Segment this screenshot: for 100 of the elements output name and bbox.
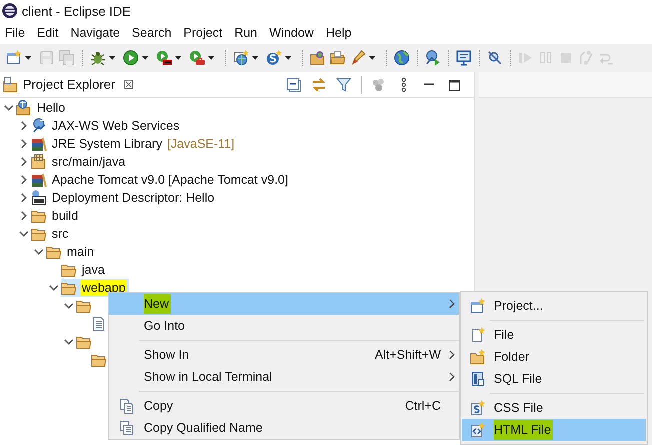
skip-breakpoints-icon[interactable] [487,50,503,66]
folder-icon [46,244,62,260]
menu-item[interactable]: SQL File [462,368,646,390]
menu-item[interactable]: Search [127,26,179,40]
external-tools-icon[interactable] [189,50,205,66]
menu-label: Copy Qualified Name [144,420,264,437]
deploy-icon[interactable] [425,50,441,66]
run-coverage-icon[interactable] [156,50,172,66]
tree-item[interactable]: JRE System Library [JavaSE-11] [31,135,237,153]
tree-label: java [81,262,106,278]
caret-icon[interactable] [142,56,149,60]
tree-item[interactable]: java [61,261,108,279]
caret-icon[interactable] [208,56,215,60]
close-icon[interactable]: ☒ [123,78,134,92]
caret-icon[interactable] [285,56,292,60]
copy-icon [118,398,134,414]
chevron-down-icon[interactable] [64,301,74,311]
app-logo-icon [2,3,18,19]
tree-item[interactable]: src/main/java [31,153,129,171]
menu-label: File [494,327,516,344]
open-project-icon[interactable] [310,50,326,66]
collapse-all-icon[interactable] [286,76,302,92]
menu-item[interactable]: Run [230,26,264,40]
tree-label: Deployment Descriptor: Hello [51,190,216,206]
window-title: client - Eclipse IDE [22,4,132,18]
tree-item[interactable]: main [46,243,98,261]
caret-icon[interactable] [25,56,32,60]
copy-name-icon [118,420,134,436]
caret-icon[interactable] [109,56,116,60]
folder-icon [61,280,77,296]
chevron-right-icon[interactable] [19,211,29,221]
filter-icon[interactable] [336,76,352,92]
chevron-right-icon[interactable] [19,175,29,185]
deployment-descriptor-icon [31,190,47,206]
tree-item[interactable]: build [31,207,82,225]
menu-item[interactable]: Project... [462,295,646,317]
tree-item[interactable]: Hello [16,99,68,117]
css-file-icon [470,400,486,416]
menu-item[interactable]: File [462,324,646,346]
chevron-down-icon[interactable] [19,229,29,239]
run-icon[interactable] [123,50,139,66]
caret-icon[interactable] [369,56,376,60]
tree-item[interactable]: JAX-WS Web Services [31,117,183,135]
menu-item[interactable]: Show in Local Terminal [109,366,459,388]
web-service-icon[interactable] [266,50,282,66]
bug-icon[interactable] [90,50,106,66]
menu-item[interactable]: File [0,26,32,40]
menu-item[interactable]: HTML File [462,419,646,441]
tree-label: JAX-WS Web Services [51,118,181,134]
folder-icon [61,262,77,278]
tree-label: main [66,244,96,260]
menu-label: Go Into [144,318,186,335]
chevron-down-icon[interactable] [34,247,44,257]
folder-icon[interactable] [330,50,346,66]
shortcut-label: Ctrl+C [405,399,441,413]
menu-item[interactable]: Help [320,26,359,40]
tree-item[interactable]: src [31,225,72,243]
menu-item[interactable]: Copy Ctrl+C [109,395,459,417]
menu-item[interactable]: Show In Alt+Shift+W [109,344,459,366]
menu-label: Show In [144,347,190,364]
menu-item[interactable]: CSS File [462,397,646,419]
link-icon[interactable] [311,76,327,92]
menu-label: Show in Local Terminal [144,369,274,386]
menu-item[interactable]: Navigate [66,26,128,40]
folder-icon [76,334,92,350]
file-icon [91,316,107,332]
new-server-icon[interactable] [233,50,249,66]
chevron-right-icon[interactable] [19,157,29,167]
menu-item[interactable]: New [109,293,459,315]
tree-item[interactable]: Deployment Descriptor: Hello [31,189,218,207]
chevron-down-icon[interactable] [49,283,59,293]
menu-item[interactable]: Go Into [109,315,459,337]
chevron-down-icon[interactable] [64,337,74,347]
new-window-icon[interactable] [6,50,22,66]
folder-icon [76,298,92,314]
menu-item[interactable]: Folder [462,346,646,368]
tree-label: Apache Tomcat v9.0 [Apache Tomcat v9.0] [51,172,290,188]
shortcut-label: Alt+Shift+W [375,348,441,362]
view-tab[interactable]: Project Explorer ☒ [0,72,140,97]
view-title: Project Explorer [23,77,116,92]
chevron-right-icon[interactable] [19,193,29,203]
menu-item[interactable]: Edit [32,26,66,40]
menu-item[interactable]: Window [264,26,321,40]
dots-icon[interactable] [371,76,387,92]
tree-label: src [51,226,70,242]
globe-icon[interactable] [394,50,410,66]
menu-item[interactable]: Project [178,26,230,40]
menu-label: HTML File [494,420,554,440]
new-project-icon [470,298,486,314]
menu-item[interactable]: Copy Qualified Name [109,417,459,439]
caret-icon[interactable] [252,56,259,60]
chevron-right-icon[interactable] [19,139,29,149]
monitor-icon[interactable] [456,50,472,66]
chevron-right-icon[interactable] [19,121,29,131]
pen-icon[interactable] [350,50,366,66]
caret-icon[interactable] [175,56,182,60]
tree-item[interactable]: Apache Tomcat v9.0 [Apache Tomcat v9.0] [31,171,292,189]
folder-icon [3,76,19,92]
menu-label: Copy [144,398,174,415]
chevron-down-icon[interactable] [4,103,14,113]
